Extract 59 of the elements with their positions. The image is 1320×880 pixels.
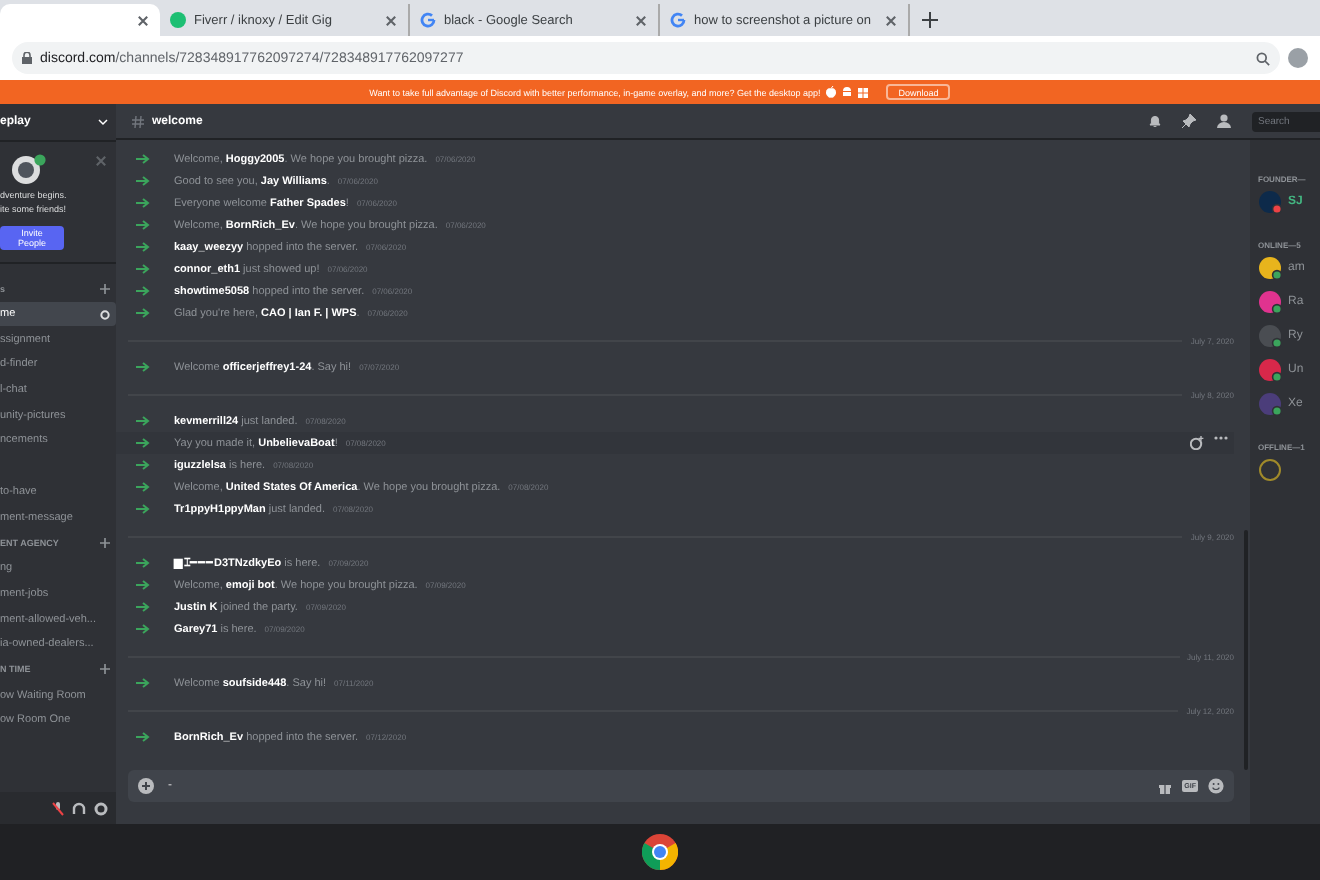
arrow-icon xyxy=(136,504,150,514)
arrow-icon xyxy=(136,154,150,164)
arrow-icon xyxy=(136,438,150,448)
member-avatar[interactable] xyxy=(1258,189,1282,213)
zoom-icon[interactable] xyxy=(1256,51,1270,65)
arrow-icon xyxy=(136,580,150,590)
arrow-icon xyxy=(136,460,150,470)
arrow-icon xyxy=(136,482,150,492)
arrow-icon xyxy=(136,624,150,634)
close-icon[interactable] xyxy=(136,13,150,27)
headphones-icon[interactable] xyxy=(72,801,86,815)
close-icon[interactable] xyxy=(384,13,398,27)
smiley-icon[interactable] xyxy=(1208,778,1224,794)
apple-icon[interactable] xyxy=(826,86,837,98)
arrow-icon xyxy=(136,264,150,274)
arrow-icon xyxy=(136,678,150,688)
muted-mic-icon[interactable] xyxy=(52,801,64,815)
close-icon[interactable] xyxy=(884,13,898,27)
member-avatar[interactable] xyxy=(1258,457,1282,481)
arrow-icon xyxy=(136,308,150,318)
arrow-icon xyxy=(136,602,150,612)
arrow-icon xyxy=(136,732,150,742)
arrow-icon xyxy=(136,558,150,568)
arrow-icon xyxy=(136,198,150,208)
profile-icon[interactable] xyxy=(1288,48,1308,68)
settings-icon[interactable] xyxy=(100,309,110,320)
member-avatar[interactable] xyxy=(1258,391,1282,415)
add-icon[interactable] xyxy=(138,778,154,794)
chevron-icon[interactable] xyxy=(98,118,108,126)
new-tab-icon[interactable] xyxy=(922,12,938,28)
member-avatar[interactable] xyxy=(1258,255,1282,279)
plus-icon[interactable] xyxy=(100,283,110,294)
gift-icon[interactable] xyxy=(1158,779,1173,793)
close-icon[interactable] xyxy=(634,13,648,27)
add-reaction-icon[interactable] xyxy=(1190,436,1204,450)
members-icon[interactable] xyxy=(1216,114,1232,128)
plus-icon[interactable] xyxy=(100,664,110,675)
avatar-icon xyxy=(12,154,48,186)
windows-icon[interactable] xyxy=(858,87,869,97)
android-icon[interactable] xyxy=(842,86,853,98)
member-avatar[interactable] xyxy=(1258,323,1282,347)
member-avatar[interactable] xyxy=(1258,289,1282,313)
arrow-icon xyxy=(136,286,150,296)
google-icon xyxy=(420,12,436,28)
site-icon xyxy=(170,12,186,28)
plus-icon[interactable] xyxy=(100,538,110,549)
arrow-icon xyxy=(136,220,150,230)
settings-icon[interactable] xyxy=(94,801,108,815)
bell-icon[interactable] xyxy=(1148,114,1162,128)
arrow-icon xyxy=(136,242,150,252)
arrow-icon xyxy=(136,176,150,186)
member-avatar[interactable] xyxy=(1258,357,1282,381)
chrome-icon[interactable] xyxy=(642,834,678,870)
arrow-icon xyxy=(136,362,150,372)
pin-icon[interactable] xyxy=(1182,114,1196,128)
google-icon xyxy=(670,12,686,28)
arrow-icon xyxy=(136,416,150,426)
hash-icon xyxy=(132,115,144,127)
lock-icon xyxy=(22,52,32,64)
